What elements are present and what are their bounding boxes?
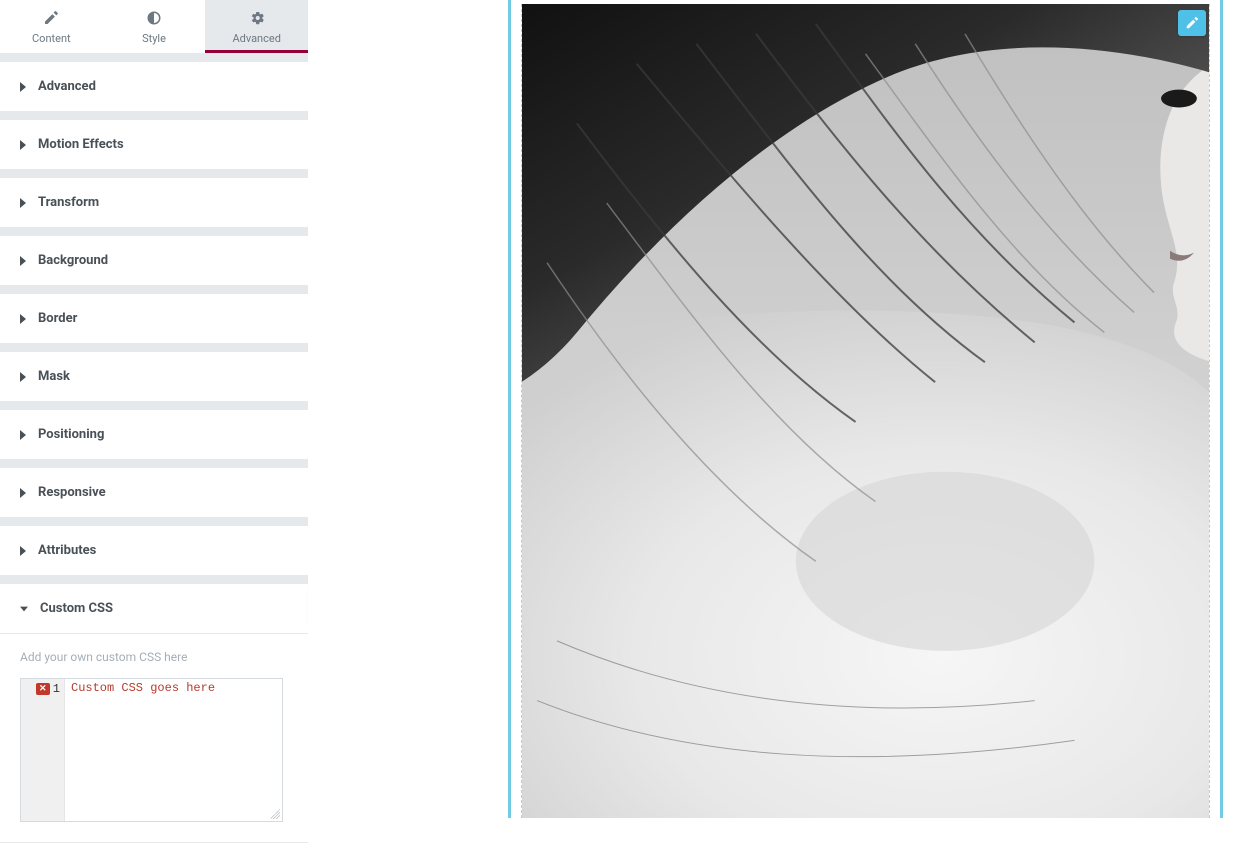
edit-widget-button[interactable] (1178, 10, 1206, 36)
section-transform: Transform (0, 178, 308, 228)
sections-list: Advanced Motion Effects Transform Backgr… (0, 54, 308, 843)
caret-right-icon (20, 546, 26, 556)
code-content: Custom CSS goes here (71, 681, 215, 695)
code-area[interactable]: Custom CSS goes here (65, 679, 282, 821)
contrast-icon (103, 10, 206, 28)
caret-right-icon (20, 488, 26, 498)
preview-canvas (308, 0, 1233, 818)
editor-sidebar: Content Style Advanced Advanced Motion (0, 0, 308, 818)
section-title: Transform (38, 195, 99, 210)
tab-advanced[interactable]: Advanced (205, 0, 308, 53)
pencil-icon (0, 10, 103, 28)
tab-label: Advanced (232, 32, 280, 45)
section-title: Background (38, 253, 108, 268)
custom-css-helper: Add your own custom CSS here (20, 650, 288, 664)
caret-right-icon (20, 372, 26, 382)
section-mask: Mask (0, 352, 308, 402)
section-border: Border (0, 294, 308, 344)
section-responsive: Responsive (0, 468, 308, 518)
section-background: Background (0, 236, 308, 286)
section-header-attributes[interactable]: Attributes (0, 526, 308, 575)
caret-right-icon (20, 314, 26, 324)
pencil-icon (1185, 16, 1199, 30)
section-title: Attributes (38, 543, 96, 558)
gear-icon (205, 10, 308, 28)
section-frame[interactable] (508, 0, 1223, 818)
custom-css-body: Add your own custom CSS here ✕ 1 Custom … (0, 633, 308, 842)
tab-label: Content (32, 32, 71, 45)
section-title: Positioning (38, 427, 104, 442)
caret-right-icon (20, 256, 26, 266)
section-title: Motion Effects (38, 137, 124, 152)
code-gutter: ✕ 1 (21, 679, 65, 821)
section-attributes: Attributes (0, 526, 308, 576)
caret-right-icon (20, 82, 26, 92)
tab-style[interactable]: Style (103, 0, 206, 53)
tab-label: Style (142, 32, 166, 45)
section-custom-css: Custom CSS Add your own custom CSS here … (0, 584, 308, 843)
caret-right-icon (20, 198, 26, 208)
section-header-advanced[interactable]: Advanced (0, 62, 308, 111)
section-advanced: Advanced (0, 62, 308, 112)
caret-down-icon (20, 605, 28, 613)
section-motion-effects: Motion Effects (0, 120, 308, 170)
section-header-custom-css[interactable]: Custom CSS (0, 584, 308, 633)
column-frame[interactable] (521, 4, 1210, 818)
caret-right-icon (20, 430, 26, 440)
caret-right-icon (20, 140, 26, 150)
section-header-border[interactable]: Border (0, 294, 308, 343)
section-title: Mask (38, 369, 70, 384)
section-header-positioning[interactable]: Positioning (0, 410, 308, 459)
section-header-mask[interactable]: Mask (0, 352, 308, 401)
section-title: Responsive (38, 485, 106, 500)
section-header-motion-effects[interactable]: Motion Effects (0, 120, 308, 169)
section-header-background[interactable]: Background (0, 236, 308, 285)
error-marker-icon: ✕ (36, 683, 50, 695)
section-header-transform[interactable]: Transform (0, 178, 308, 227)
section-positioning: Positioning (0, 410, 308, 460)
section-title: Border (38, 311, 77, 326)
line-number: 1 (53, 682, 60, 696)
panel-tabs: Content Style Advanced (0, 0, 308, 54)
custom-css-editor[interactable]: ✕ 1 Custom CSS goes here (20, 678, 283, 822)
image-widget[interactable] (522, 4, 1209, 818)
section-title: Advanced (38, 79, 96, 94)
section-title: Custom CSS (40, 601, 113, 616)
section-header-responsive[interactable]: Responsive (0, 468, 308, 517)
tab-content[interactable]: Content (0, 0, 103, 53)
